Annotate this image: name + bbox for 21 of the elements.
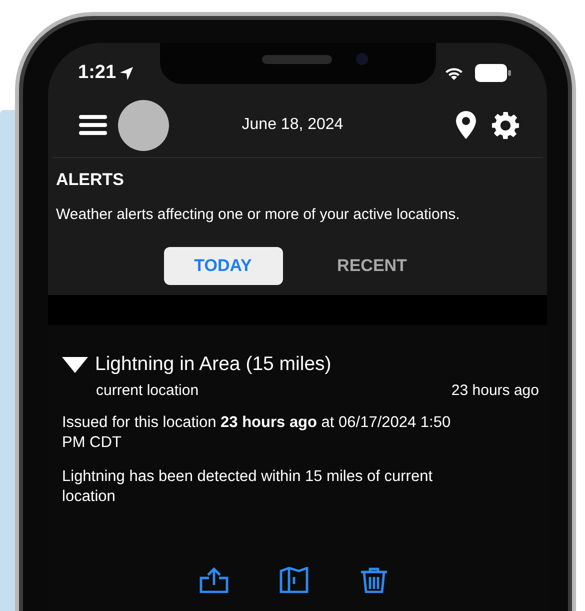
status-time: 1:21 [78, 62, 116, 84]
section-title: ALERTS [56, 170, 125, 190]
alert-location: current location [96, 382, 199, 399]
avatar[interactable] [118, 100, 169, 150]
alert-title: Lightning in Area (15 miles) [95, 353, 332, 376]
section-description: Weather alerts affecting one or more of your active locations. [56, 206, 461, 223]
wifi-icon [443, 65, 465, 81]
location-arrow-icon [119, 66, 134, 80]
alert-issued-text: Issued for this location 23 hours ago at 06/17/2024 1:50 PM CDT [62, 413, 452, 453]
alert-age: 23 hours ago [451, 382, 539, 399]
battery-icon [475, 64, 511, 82]
location-pin-icon[interactable] [456, 111, 476, 139]
header-date: June 18, 2024 [240, 116, 344, 134]
share-icon[interactable] [198, 567, 228, 593]
map-icon[interactable] [278, 567, 308, 593]
tab[interactable]: RECENT [312, 247, 432, 285]
alert-description: Lightning has been detected within 15 miles of current location [62, 467, 434, 507]
disclosure-triangle-icon[interactable] [62, 356, 88, 372]
menu-icon[interactable] [79, 113, 107, 137]
settings-icon[interactable] [492, 112, 519, 138]
trash-icon[interactable] [358, 567, 388, 593]
